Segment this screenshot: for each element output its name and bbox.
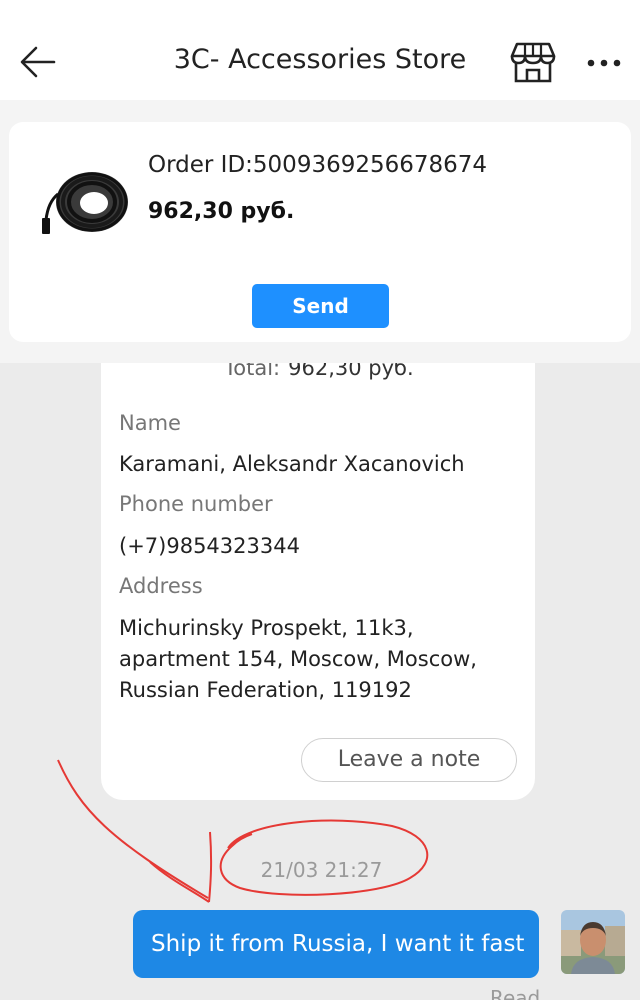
leave-note-button[interactable]: Leave a note	[301, 738, 517, 782]
store-button[interactable]	[508, 40, 558, 84]
cable-coil-image	[42, 172, 128, 234]
storefront-icon	[510, 42, 556, 83]
sent-message-bubble[interactable]: Ship it from Russia, I want it fast	[133, 910, 539, 978]
order-price: 962,30 руб.	[148, 199, 295, 224]
read-status: Read	[490, 986, 541, 1000]
user-avatar[interactable]	[561, 910, 625, 974]
avatar-photo	[561, 910, 625, 974]
more-dots-icon	[587, 59, 621, 67]
address-value: Michurinsky Prospekt, 11k3, apartment 15…	[119, 616, 477, 702]
phone-label: Phone number	[119, 492, 273, 516]
product-thumbnail[interactable]	[34, 154, 132, 246]
name-label: Name	[119, 411, 181, 435]
phone-value: (+7)9854323344	[119, 534, 300, 558]
more-options-button[interactable]	[582, 42, 626, 82]
message-timestamp: 21/03 21:27	[260, 858, 383, 882]
send-order-button[interactable]: Send	[252, 284, 389, 328]
order-id: Order ID:5009369256678674	[148, 152, 488, 178]
name-value: Karamani, Aleksandr Xacanovich	[119, 452, 465, 476]
address-label: Address	[119, 574, 203, 598]
top-bar: 3C- Accessories Store	[0, 0, 640, 100]
order-details-message	[101, 330, 535, 800]
